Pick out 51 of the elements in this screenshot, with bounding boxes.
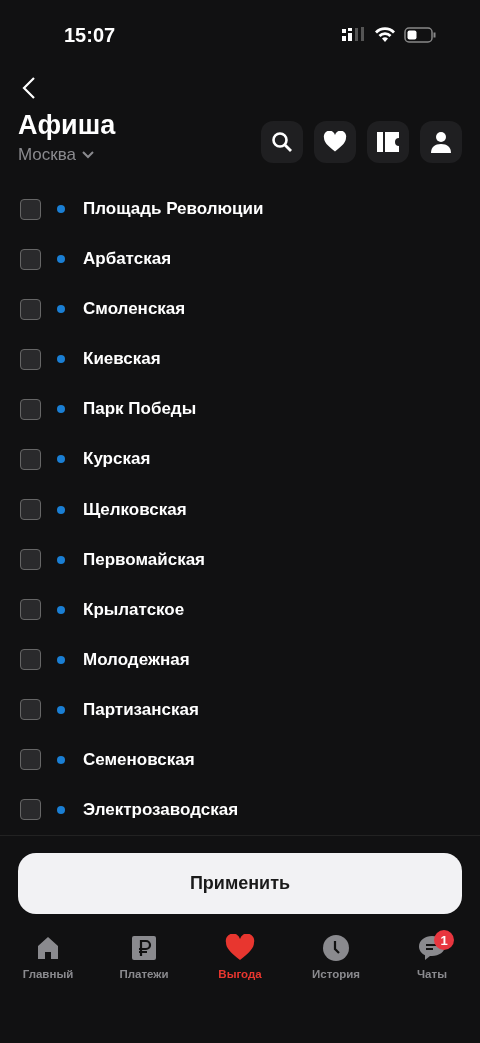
checkbox[interactable]: [20, 749, 41, 771]
ticket-icon: [377, 132, 399, 152]
signal-icon: [342, 27, 366, 43]
station-name: Щелковская: [83, 499, 187, 520]
city-selector[interactable]: Москва: [18, 145, 77, 165]
heart-icon: [225, 934, 255, 962]
tab-bar-item[interactable]: Платежи: [96, 934, 192, 980]
battery-icon: [404, 27, 436, 43]
person-icon: [430, 131, 452, 153]
checkbox[interactable]: [20, 799, 41, 821]
clock-icon: [322, 934, 350, 962]
station-name: Первомайская: [83, 549, 206, 570]
checkbox[interactable]: [20, 499, 41, 520]
checkbox[interactable]: [20, 448, 41, 470]
station-name: Семеновская: [83, 749, 195, 770]
checkbox[interactable]: [20, 549, 41, 571]
tickets-button[interactable]: [367, 121, 409, 163]
station-name: Смоленская: [83, 299, 186, 320]
station-name: Молодежная: [83, 649, 190, 670]
station-name: Крылатское: [83, 599, 185, 620]
ruble-icon: [130, 934, 158, 962]
search-icon: [271, 131, 293, 153]
checkbox[interactable]: [20, 599, 41, 621]
apply-button[interactable]: Применить: [18, 853, 462, 914]
station-name: Арбатская: [83, 249, 172, 270]
station-name: Парк Победы: [83, 399, 197, 420]
tab-bar-item[interactable]: История: [288, 934, 384, 980]
favorites-button[interactable]: [314, 121, 356, 163]
station-name: Площадь Революции: [83, 199, 264, 220]
profile-button[interactable]: [420, 121, 462, 163]
chevron-down-icon[interactable]: [82, 151, 95, 159]
checkbox[interactable]: [20, 248, 41, 270]
checkbox[interactable]: [20, 398, 41, 420]
heart-icon: [323, 131, 347, 153]
checkbox[interactable]: [20, 198, 41, 220]
status-time: 15:07: [64, 23, 116, 47]
tab-bar-item[interactable]: Выгода: [192, 934, 288, 980]
search-button[interactable]: [261, 121, 303, 163]
back-icon[interactable]: [22, 76, 36, 100]
checkbox[interactable]: [20, 699, 41, 721]
checkbox[interactable]: [20, 649, 41, 671]
station-name: Электрозаводская: [83, 799, 239, 820]
station-name: Партизанская: [83, 699, 199, 720]
station-name: Киевская: [83, 349, 161, 370]
tab-bar-item[interactable]: Главный: [0, 934, 96, 980]
wifi-icon: [374, 27, 396, 43]
page-title: Афиша: [18, 110, 116, 141]
unread-badge: 1: [434, 930, 454, 950]
checkbox[interactable]: [20, 298, 41, 320]
checkbox[interactable]: [20, 348, 41, 370]
station-name: Курская: [83, 449, 151, 470]
